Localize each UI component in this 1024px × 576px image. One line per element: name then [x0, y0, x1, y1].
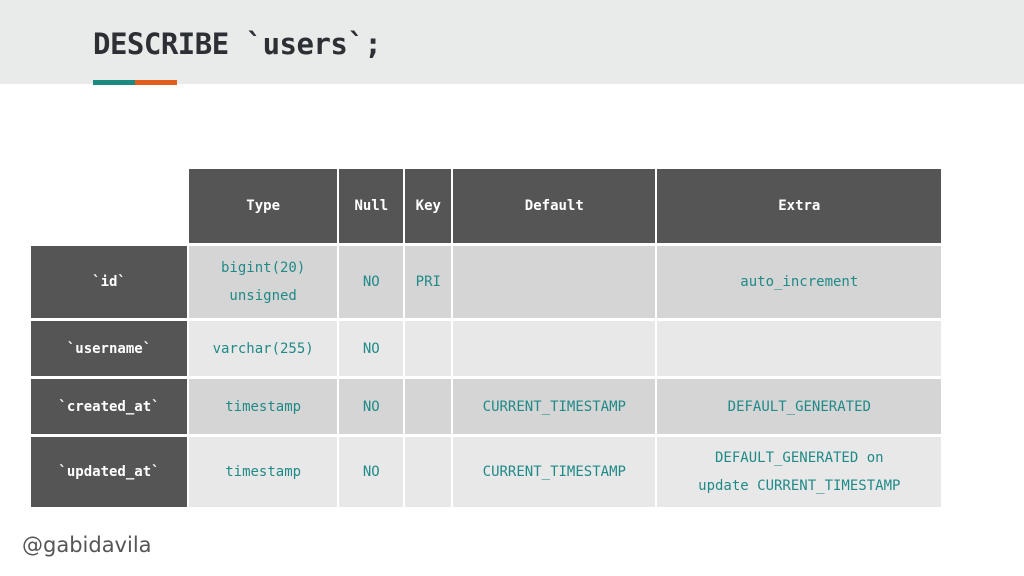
- cell-extra: [656, 319, 944, 379]
- row-field-name: `username`: [31, 319, 189, 379]
- slide-title: DESCRIBE `users`;: [93, 27, 382, 61]
- table-row: `id` bigint(20) unsigned NO PRI auto_inc…: [31, 244, 944, 321]
- cell-default: CURRENT_TIMESTAMP: [452, 435, 658, 510]
- cell-null: NO: [338, 377, 406, 437]
- table-corner-cell: [31, 169, 189, 246]
- column-header-default: Default: [452, 169, 658, 246]
- cell-key: [404, 377, 454, 437]
- row-field-name: `created_at`: [31, 377, 189, 437]
- cell-default: [452, 319, 658, 379]
- cell-null: NO: [338, 244, 406, 321]
- column-header-extra: Extra: [656, 169, 944, 246]
- column-header-null: Null: [338, 169, 406, 246]
- cell-type: timestamp: [188, 435, 340, 510]
- slide-header: DESCRIBE `users`;: [0, 0, 1024, 85]
- column-header-key: Key: [404, 169, 454, 246]
- cell-type: timestamp: [188, 377, 340, 437]
- cell-type: varchar(255): [188, 319, 340, 379]
- author-handle: @gabidavila: [22, 533, 152, 557]
- cell-null: NO: [338, 319, 406, 379]
- cell-default: [452, 244, 658, 321]
- cell-extra: DEFAULT_GENERATED on update CURRENT_TIME…: [656, 435, 944, 510]
- table-header-row: Type Null Key Default Extra: [31, 169, 944, 246]
- row-field-name: `id`: [31, 244, 189, 321]
- cell-type: bigint(20) unsigned: [188, 244, 340, 321]
- column-header-type: Type: [188, 169, 340, 246]
- cell-key: [404, 435, 454, 510]
- cell-type-text: bigint(20) unsigned: [221, 260, 306, 304]
- cell-extra: DEFAULT_GENERATED: [656, 377, 944, 437]
- title-underline-teal: [93, 80, 135, 85]
- cell-default: CURRENT_TIMESTAMP: [452, 377, 658, 437]
- cell-extra: auto_increment: [656, 244, 944, 321]
- cell-extra-text: DEFAULT_GENERATED on update CURRENT_TIME…: [698, 450, 901, 494]
- cell-key: PRI: [404, 244, 454, 321]
- cell-key: [404, 319, 454, 379]
- title-underline-orange: [135, 80, 177, 85]
- table-row: `created_at` timestamp NO CURRENT_TIMEST…: [31, 377, 944, 437]
- describe-table: Type Null Key Default Extra `id` bigint(…: [31, 169, 944, 510]
- table-row: `username` varchar(255) NO: [31, 319, 944, 379]
- cell-null: NO: [338, 435, 406, 510]
- row-field-name: `updated_at`: [31, 435, 189, 510]
- table-row: `updated_at` timestamp NO CURRENT_TIMEST…: [31, 435, 944, 510]
